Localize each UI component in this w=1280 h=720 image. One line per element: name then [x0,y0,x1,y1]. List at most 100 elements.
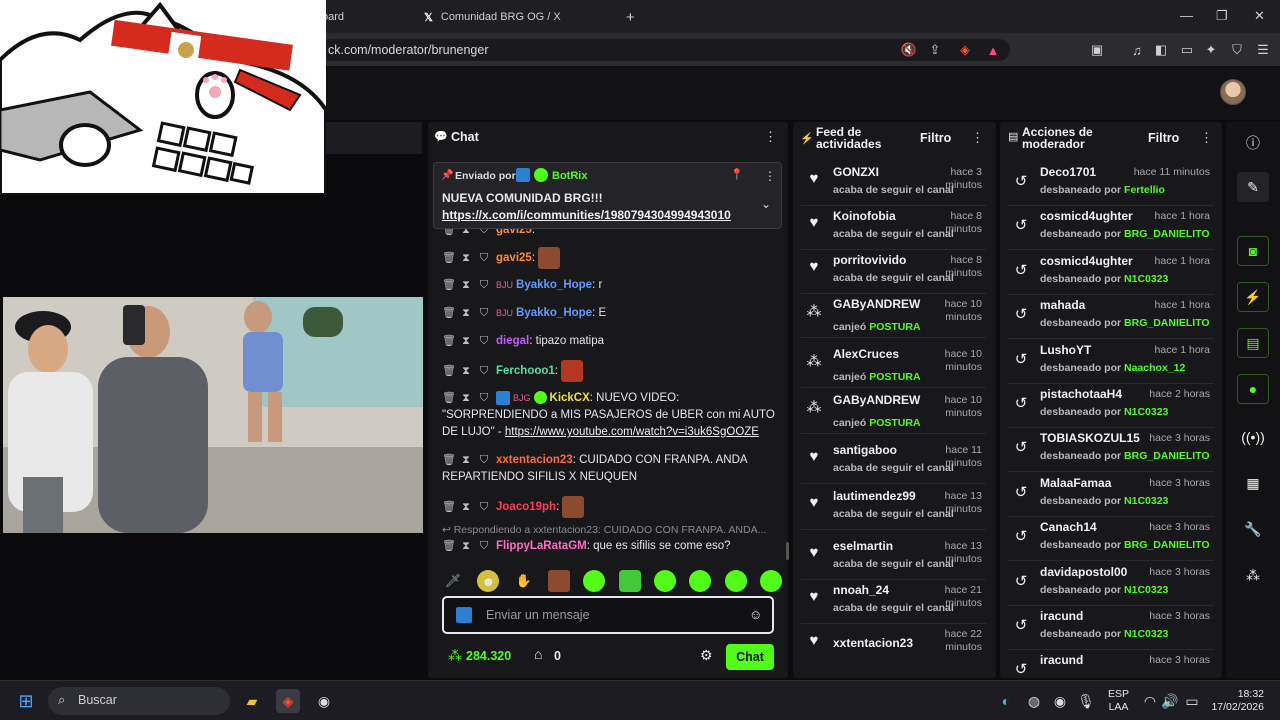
chat-message[interactable]: 🗑 ⧗ ⛉ diegal: tipazo matipa [442,333,604,350]
edit-icon[interactable]: ✎ [1237,172,1269,202]
mod-target-username[interactable]: davidapostol00 [1040,565,1127,579]
info-icon[interactable]: ⓘ [1237,128,1269,158]
feed-username[interactable]: Koinofobia [833,209,896,223]
chat-message[interactable]: 🗑 ⧗ ⛉ BJG KickCX: NUEVO VIDEO: "SORPRENDIEND… [442,390,782,441]
moderator-name[interactable]: BRG_DANIELITO [1124,539,1210,551]
mod-filter-button[interactable]: Filtro [1148,131,1179,145]
chat-message[interactable]: 🗑 ⧗ ⛉ Joaco19ph: [442,496,585,518]
delete-icon[interactable]: 🗑 [442,452,456,469]
mod-action-item[interactable]: ↺ davidapostol00 hace 3 horas desbaneado po… [1008,562,1214,606]
points-count[interactable]: 284.320 [466,649,511,663]
timeout-icon[interactable]: ⧗ [460,452,472,469]
mod-action-item[interactable]: ↺ Canach14 hace 3 horas desbaneado por BRG_… [1008,517,1214,562]
tab-x-community[interactable]: 𝕏 Comunidad BRG OG / X [424,5,620,29]
mod-target-username[interactable]: TOBIASKOZUL15 [1040,431,1140,445]
vpn-icon[interactable]: ⛉ [1228,41,1246,59]
menu-icon[interactable]: ☰ [1254,41,1272,59]
feed-username[interactable]: nnoah_24 [833,583,889,597]
timeout-icon[interactable]: ⧗ [460,333,472,350]
mod-action-item[interactable]: ↺ iracund hace 3 horas desbaneado por N1C03… [1008,606,1214,650]
delete-icon[interactable]: 🗑 [442,333,456,350]
delete-icon[interactable]: 🗑 [442,277,456,294]
chat-message[interactable]: 🗑 ⧗ ⛉ gavi25: [442,247,561,269]
chat-message[interactable]: 🗑 ⧗ ⛉ Ferchooo1: [442,360,584,382]
chat-message[interactable]: 🗑 ⧗ ⛉ BJU Byakko_Hope: E [442,305,606,322]
emote-button[interactable]: ☻ [477,570,500,592]
emote-button[interactable] [618,570,641,592]
feed-username[interactable]: eselmartin [833,539,893,553]
points-icon[interactable]: ⁂ [1237,560,1269,590]
microphone-icon[interactable]: 🎙 [1074,689,1098,713]
feed-item[interactable]: ♥ Koinofobia hace 8 minutos acaba de seguir… [801,206,986,250]
stream-video[interactable] [3,297,423,533]
feed-username[interactable]: xxtentacion23 [833,636,913,650]
timeout-icon[interactable]: ⧗ [460,305,472,322]
chat-message[interactable]: 🗑 ⧗ ⛉ xxtentacion23: CUIDADO CON FRANPA. AN… [442,452,782,486]
emote-button[interactable] [653,570,676,592]
obs-tray-icon[interactable]: ◉ [1048,689,1072,713]
mod-action-item[interactable]: ↺ cosmicd4ughter hace 1 hora desbaneado por… [1008,251,1214,295]
send-chat-button[interactable]: Chat [726,644,774,670]
mod-target-username[interactable]: LushoYT [1040,343,1091,357]
delete-icon[interactable]: 🗑 [442,363,456,380]
timeout-icon[interactable]: ⧗ [460,277,472,294]
battery-icon[interactable]: ▭ [1180,689,1204,713]
mod-action-item[interactable]: ↺ iracund hace 3 horas [1008,650,1214,680]
avatar[interactable] [1220,79,1246,105]
mod-more-icon[interactable]: ⋮ [1200,130,1213,146]
reader-icon[interactable]: ▣ [1088,41,1106,59]
delete-icon[interactable]: 🗑 [442,499,456,516]
mod-target-username[interactable]: cosmicd4ughter [1040,209,1133,223]
brave-rewards-icon[interactable]: ▲ [984,41,1002,59]
share-icon[interactable]: ⇪ [926,41,944,59]
ban-icon[interactable]: ⛉ [478,538,490,555]
timeout-icon[interactable]: ⧗ [460,499,472,516]
feed-username[interactable]: AlexCruces [833,347,899,361]
settings-icon[interactable]: ⚙ [700,647,713,664]
timeout-icon[interactable]: ⧗ [460,250,472,267]
maximize-button[interactable]: ❐ [1216,8,1228,24]
ban-icon[interactable]: ⛉ [478,250,490,267]
wallet-icon[interactable]: ▭ [1178,41,1196,59]
feed-username[interactable]: porritovivido [833,253,906,267]
delete-icon[interactable]: 🗑 [442,390,456,407]
moderator-name[interactable]: N1C0323 [1124,495,1168,507]
feed-item[interactable]: ♥ nnoah_24 hace 21 minutos acaba de seguir … [801,580,986,624]
mod-target-username[interactable]: Canach14 [1040,520,1097,534]
mod-target-username[interactable]: iracund [1040,653,1083,667]
mod-action-item[interactable]: ↺ LushoYT hace 1 hora desbaneado por Naacho… [1008,340,1214,384]
feed-username[interactable]: GONZXI [833,165,879,179]
ban-icon[interactable]: ⛉ [478,305,490,322]
chat-more-icon[interactable]: ⋮ [764,129,777,145]
feed-item[interactable]: ♥ GONZXI hace 3 minutos acaba de seguir el … [801,162,986,206]
feed-item[interactable]: ♥ lautimendez99 hace 13 minutos acaba de se… [801,486,986,530]
brave-browser-icon[interactable]: ◈ [276,689,300,713]
ban-icon[interactable]: ⛉ [478,499,490,516]
lightning-icon[interactable]: ⚡ [1237,282,1269,312]
moderator-name[interactable]: N1C0323 [1124,584,1168,596]
feed-more-icon[interactable]: ⋮ [971,130,984,146]
pinned-more-icon[interactable]: ⋮ [764,169,776,183]
ban-icon[interactable]: ⛉ [478,452,490,469]
feed-filter-button[interactable]: Filtro [920,131,951,145]
moderator-name[interactable]: Naachox_12 [1124,362,1185,374]
notes-icon[interactable]: ▤ [1237,328,1269,358]
close-window-button[interactable]: ✕ [1254,8,1265,24]
chevron-down-icon[interactable]: ⌄ [761,197,771,211]
pinned-message[interactable]: 📌 Enviado por BotRix 📍 ⋮ NUEVA COMUNIDAD… [433,162,782,229]
layout-icon[interactable]: ▦ [1237,468,1269,498]
timeout-icon[interactable]: ⧗ [460,363,472,380]
feed-username[interactable]: santigaboo [833,443,897,457]
camera-icon[interactable]: ◙ [1237,236,1269,266]
mod-target-username[interactable]: MalaaFamaa [1040,476,1111,490]
feed-username[interactable]: lautimendez99 [833,489,916,503]
language-indicator[interactable]: ESP LAA [1108,688,1129,714]
ban-icon[interactable]: ⛉ [478,390,490,407]
chat-message[interactable]: 🗑 ⧗ ⛉ BJU Byakko_Hope: r [442,277,602,294]
reply-reference[interactable]: ↩ Respondiendo a xxtentacion23: CUIDADO … [442,522,766,539]
moderator-name[interactable]: BRG_DANIELITO [1124,317,1210,329]
taskbar-search[interactable]: ⌕ Buscar [48,687,230,715]
ban-icon[interactable]: ⛉ [478,333,490,350]
ban-icon[interactable]: ⛉ [478,363,490,380]
store-icon[interactable]: ⌂ [534,646,542,662]
